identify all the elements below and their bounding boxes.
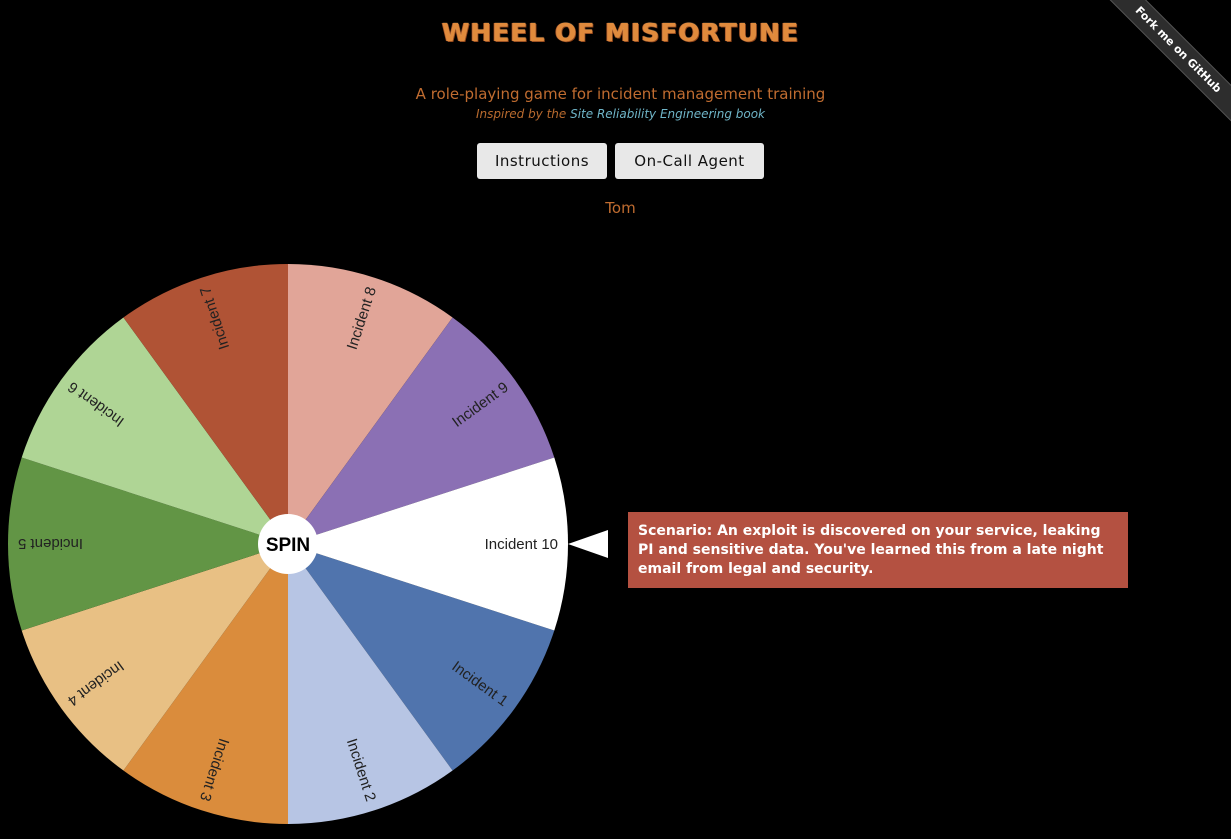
wheel-segment-label: Incident 10	[485, 536, 558, 553]
spin-label[interactable]: SPIN	[266, 535, 310, 556]
fork-on-github-link[interactable]: Fork me on GitHub	[1102, 0, 1231, 126]
spin-button[interactable]: SPIN	[258, 514, 318, 574]
wheel-pointer-icon	[568, 530, 608, 558]
wheel-segment-label: Incident 5	[18, 535, 83, 552]
wheel[interactable]: Incident 1Incident 2Incident 3Incident 4…	[0, 0, 1231, 839]
page: WHEEL OF MISFORTUNE A role-playing game …	[0, 0, 1231, 839]
scenario-box: Scenario: An exploit is discovered on yo…	[628, 512, 1128, 588]
github-ribbon[interactable]: Fork me on GitHub	[1101, 0, 1231, 130]
